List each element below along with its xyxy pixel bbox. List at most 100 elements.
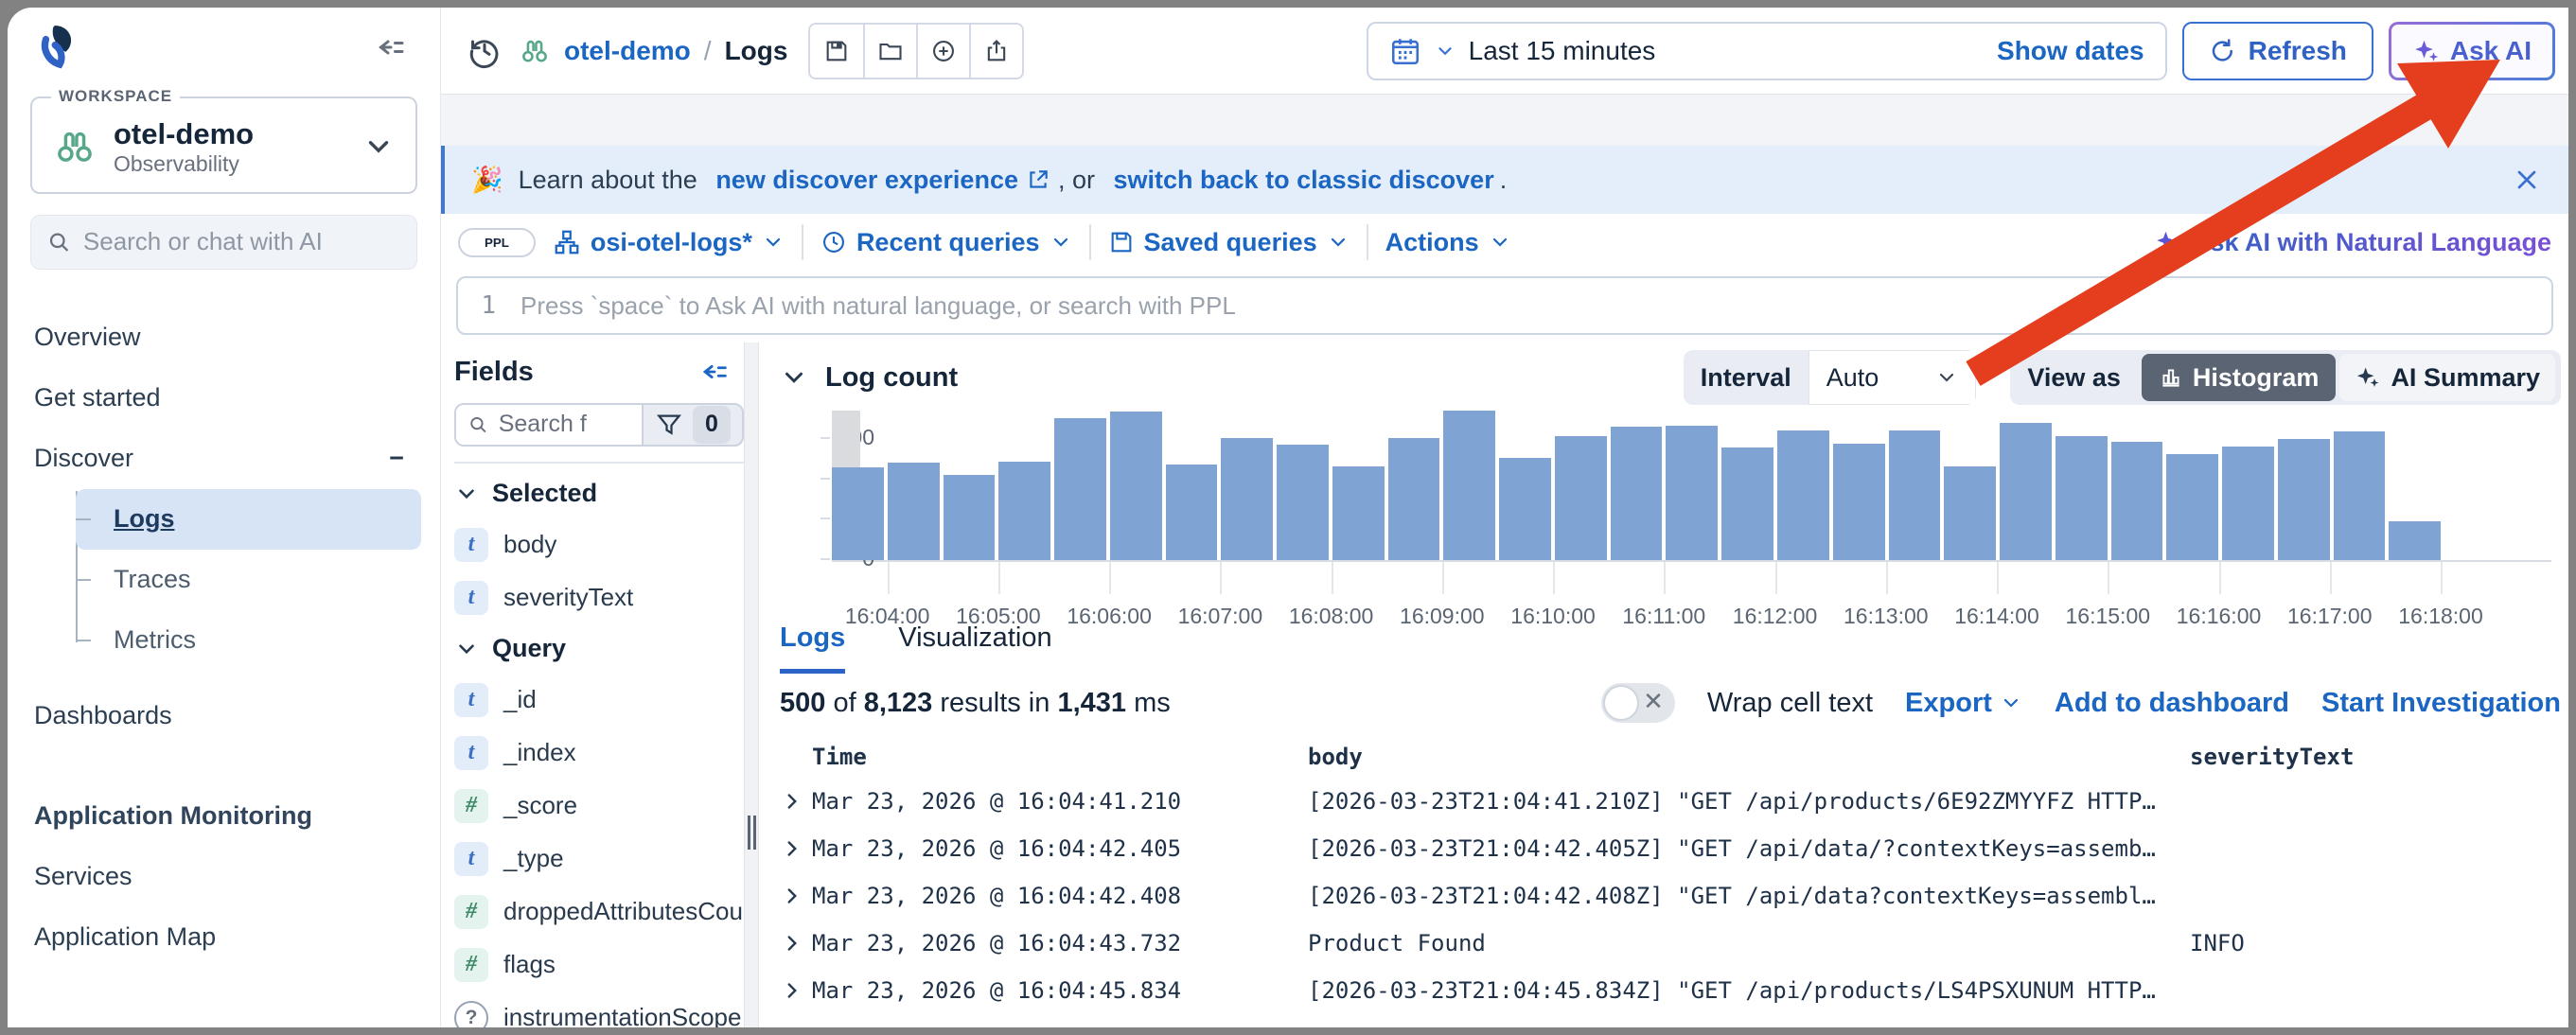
- cell-body: [2026-03-23T21:04:41.210Z] "GET /api/pro…: [1308, 788, 2190, 815]
- time-range-value[interactable]: Last 15 minutes: [1469, 36, 1656, 66]
- expand-row-icon[interactable]: [780, 978, 812, 1003]
- field-item[interactable]: t_type: [454, 833, 744, 886]
- column-header-time[interactable]: Time: [812, 744, 1308, 770]
- sidebar-item-discover[interactable]: Discover−: [8, 429, 440, 489]
- field-item[interactable]: #flags: [454, 939, 744, 991]
- histogram-bar: [2056, 436, 2108, 560]
- query-editor[interactable]: 1 Press `space` to Ask AI with natural l…: [456, 276, 2553, 335]
- panel-resizer-handle[interactable]: [744, 342, 759, 1027]
- start-investigation-link[interactable]: Start Investigation: [2321, 688, 2561, 719]
- workspace-selector[interactable]: WORKSPACE otel-demo Observability: [30, 96, 417, 194]
- tab-visualization[interactable]: Visualization: [898, 623, 1051, 674]
- show-dates-link[interactable]: Show dates: [1997, 36, 2144, 66]
- ask-ai-natural-language-link[interactable]: Ask AI with Natural Language: [2154, 228, 2551, 257]
- main-area: otel-demo / Logs: [441, 8, 2568, 1027]
- chevron-down-icon: [454, 482, 479, 506]
- field-item[interactable]: tseverityText: [454, 571, 744, 624]
- field-item[interactable]: ?instrumentationScope: [454, 991, 744, 1027]
- add-to-dashboard-link[interactable]: Add to dashboard: [2055, 688, 2289, 719]
- histogram-bar: [1332, 466, 1385, 560]
- tab-logs[interactable]: Logs: [780, 623, 845, 674]
- field-section-query[interactable]: Query: [454, 624, 744, 674]
- sidebar-item-overview[interactable]: Overview: [8, 307, 440, 368]
- sidebar-item-application-monitoring[interactable]: Application Monitoring: [8, 786, 440, 847]
- sidebar-item-metrics[interactable]: Metrics: [76, 610, 421, 671]
- field-item[interactable]: t_id: [454, 674, 744, 727]
- sidebar: WORKSPACE otel-demo Observability: [8, 8, 441, 1027]
- histogram-plot: 010020030016:04:0016:05:0016:06:0016:07:…: [832, 411, 2551, 562]
- field-item[interactable]: t_index: [454, 727, 744, 780]
- column-header-severitytext[interactable]: severityText: [2190, 744, 2561, 770]
- field-section-selected[interactable]: Selected: [454, 469, 744, 518]
- sidebar-item-services[interactable]: Services: [8, 847, 440, 907]
- open-folder-icon[interactable]: [863, 25, 916, 78]
- collapse-chevron-icon[interactable]: [780, 363, 808, 392]
- interval-control: Interval Auto: [1684, 350, 1977, 405]
- sidebar-item-logs[interactable]: Logs: [76, 489, 421, 550]
- ai-summary-button[interactable]: AI Summary: [2339, 354, 2555, 401]
- fields-search[interactable]: [454, 403, 642, 447]
- party-icon: 🎉: [471, 165, 503, 195]
- new-discover-link[interactable]: new discover experience: [715, 166, 1018, 195]
- expand-row-icon[interactable]: [780, 931, 812, 956]
- y-axis-tick: [820, 518, 830, 519]
- histogram-bar: [1833, 444, 1885, 560]
- expand-row-icon[interactable]: [780, 884, 812, 908]
- sidebar-item-application-map[interactable]: Application Map: [8, 907, 440, 968]
- wrap-cell-text-toggle[interactable]: ✕: [1601, 683, 1675, 723]
- sidebar-collapse-icon[interactable]: [374, 30, 408, 64]
- banner-close-icon[interactable]: [2512, 165, 2542, 195]
- actions-menu[interactable]: Actions: [1385, 228, 1511, 257]
- save-icon: [1108, 229, 1135, 255]
- field-label: _type: [503, 844, 564, 873]
- filter-funnel-icon: [655, 411, 683, 439]
- x-axis-tick: [2219, 562, 2221, 594]
- x-axis-tick: [1332, 562, 1333, 594]
- chevron-down-icon: [1327, 231, 1350, 254]
- histogram-view-button[interactable]: Histogram: [2142, 354, 2337, 401]
- field-item[interactable]: #_score: [454, 780, 744, 833]
- field-label: _score: [503, 791, 577, 820]
- query-language-button[interactable]: PPL: [458, 228, 536, 257]
- export-menu[interactable]: Export: [1905, 688, 2022, 719]
- fields-collapse-icon[interactable]: [698, 356, 731, 388]
- interval-select[interactable]: Auto: [1808, 350, 1977, 405]
- x-axis-label: 16:06:00: [1067, 604, 1152, 629]
- sidebar-search-input[interactable]: [83, 227, 401, 256]
- breadcrumb-workspace[interactable]: otel-demo: [564, 36, 691, 66]
- histogram-bar: [2111, 442, 2163, 560]
- sidebar-search[interactable]: [30, 215, 417, 270]
- sidebar-item-dashboards[interactable]: Dashboards: [8, 686, 440, 746]
- expand-row-icon[interactable]: [780, 789, 812, 814]
- histogram-bar: [1889, 430, 1941, 560]
- saved-queries-menu[interactable]: Saved queries: [1108, 228, 1350, 257]
- field-item[interactable]: #droppedAttributesCount: [454, 886, 744, 939]
- calendar-icon: [1389, 35, 1421, 67]
- chevron-down-icon: [2000, 692, 2022, 714]
- field-item[interactable]: tbody: [454, 518, 744, 571]
- recent-queries-menu[interactable]: Recent queries: [820, 228, 1072, 257]
- field-type-icon: t: [454, 581, 488, 615]
- histogram-bar: [2000, 423, 2052, 560]
- fields-filter-button[interactable]: 0: [642, 403, 744, 447]
- ask-ai-button[interactable]: Ask AI: [2389, 22, 2555, 80]
- save-icon[interactable]: [810, 25, 863, 78]
- field-label: instrumentationScope: [503, 1003, 741, 1027]
- fields-search-input[interactable]: [499, 411, 630, 438]
- column-header-body[interactable]: body: [1308, 744, 2190, 770]
- app-window: WORKSPACE otel-demo Observability: [8, 8, 2568, 1027]
- sparkle-icon: [2412, 37, 2441, 65]
- collapse-minus-icon[interactable]: −: [389, 444, 404, 473]
- histogram-bar: [1666, 426, 1718, 560]
- sidebar-item-get-started[interactable]: Get started: [8, 368, 440, 429]
- history-icon[interactable]: [466, 32, 503, 70]
- index-pattern-selector[interactable]: osi-otel-logs*: [553, 228, 785, 257]
- refresh-button[interactable]: Refresh: [2182, 22, 2373, 80]
- date-picker[interactable]: Last 15 minutes Show dates: [1367, 22, 2167, 80]
- fields-panel: Fields: [441, 342, 744, 1027]
- new-item-icon[interactable]: [916, 25, 969, 78]
- expand-row-icon[interactable]: [780, 836, 812, 861]
- classic-discover-link[interactable]: switch back to classic discover: [1114, 166, 1494, 195]
- share-icon[interactable]: [969, 25, 1022, 78]
- sidebar-item-traces[interactable]: Traces: [76, 550, 421, 610]
